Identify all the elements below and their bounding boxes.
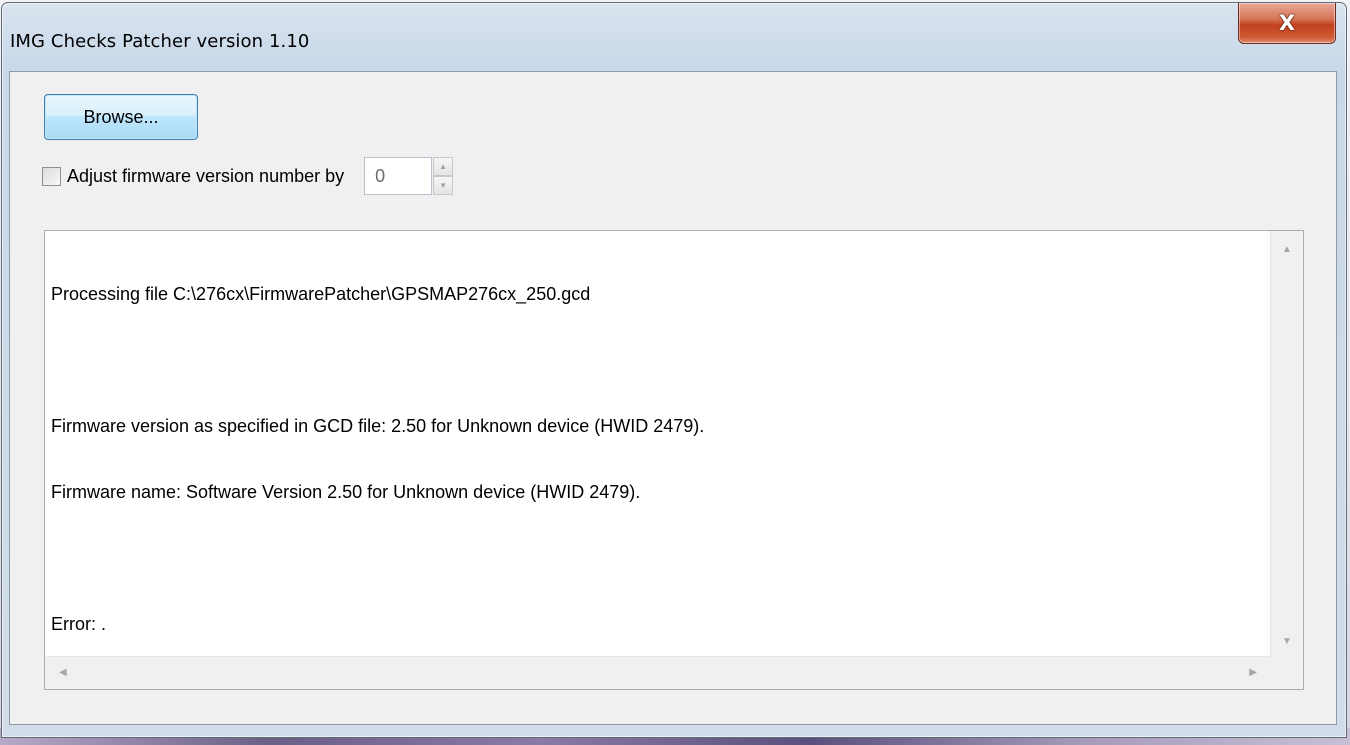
window-title: IMG Checks Patcher version 1.10 — [10, 31, 310, 52]
log-line: Firmware version as specified in GCD fil… — [51, 416, 705, 436]
title-bar[interactable]: IMG Checks Patcher version 1.10 X — [2, 3, 1346, 67]
log-text: Processing file C:\276cx\FirmwarePatcher… — [51, 239, 1271, 679]
scroll-down-arrow-icon[interactable]: ▼ — [1282, 637, 1292, 647]
horizontal-scrollbar[interactable]: ◀ ▶ — [45, 656, 1271, 689]
spin-up-button[interactable]: ▲ — [433, 157, 454, 176]
app-window: IMG Checks Patcher version 1.10 X Browse… — [1, 2, 1347, 738]
scroll-left-arrow-icon[interactable]: ◀ — [59, 668, 67, 678]
version-offset-spinner: ▲ ▼ — [433, 157, 454, 195]
scroll-right-arrow-icon[interactable]: ▶ — [1249, 668, 1257, 678]
log-blank-line — [51, 349, 1271, 371]
log-line: Error: . — [51, 614, 107, 634]
vertical-scrollbar[interactable]: ▲ ▼ — [1270, 231, 1303, 657]
log-output-area[interactable]: Processing file C:\276cx\FirmwarePatcher… — [44, 230, 1304, 690]
version-offset-input[interactable]: 0 — [364, 157, 433, 195]
adjust-version-row: Adjust firmware version number by 0 ▲ ▼ — [42, 157, 454, 195]
adjust-version-checkbox[interactable] — [42, 166, 61, 186]
log-blank-line — [51, 547, 1271, 569]
log-line: Firmware name: Software Version 2.50 for… — [51, 482, 641, 502]
browse-button[interactable]: Browse... — [44, 94, 198, 140]
spin-down-button[interactable]: ▼ — [433, 176, 454, 195]
close-button[interactable]: X — [1238, 3, 1336, 44]
client-area: Browse... Adjust firmware version number… — [9, 71, 1337, 725]
chevron-down-icon: ▼ — [439, 180, 448, 190]
scrollbar-corner — [1270, 656, 1303, 689]
adjust-version-label[interactable]: Adjust firmware version number by — [67, 166, 344, 187]
close-icon: X — [1278, 11, 1296, 35]
log-line: Processing file C:\276cx\FirmwarePatcher… — [51, 284, 591, 304]
chevron-up-icon: ▲ — [439, 161, 448, 171]
scroll-up-arrow-icon[interactable]: ▲ — [1282, 245, 1292, 255]
